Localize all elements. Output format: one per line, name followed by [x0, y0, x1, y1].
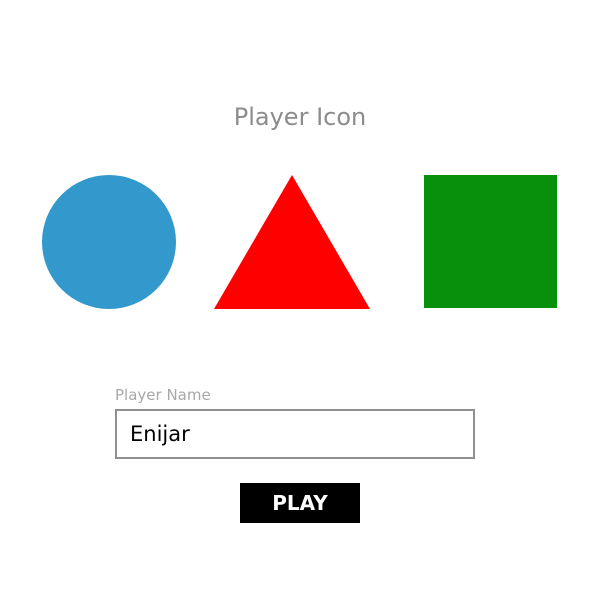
player-name-input[interactable] [115, 409, 475, 459]
player-icon-title: Player Icon [233, 103, 367, 131]
triangle-icon-option[interactable] [214, 175, 370, 309]
square-icon [424, 175, 557, 308]
player-name-label: Player Name [115, 386, 211, 404]
circle-icon-option[interactable] [42, 175, 176, 309]
player-setup-screen: Player Icon Player Name PLAY [0, 0, 600, 600]
triangle-icon [214, 175, 370, 309]
square-icon-option[interactable] [424, 175, 557, 308]
circle-icon [42, 175, 176, 309]
play-button[interactable]: PLAY [240, 483, 360, 523]
